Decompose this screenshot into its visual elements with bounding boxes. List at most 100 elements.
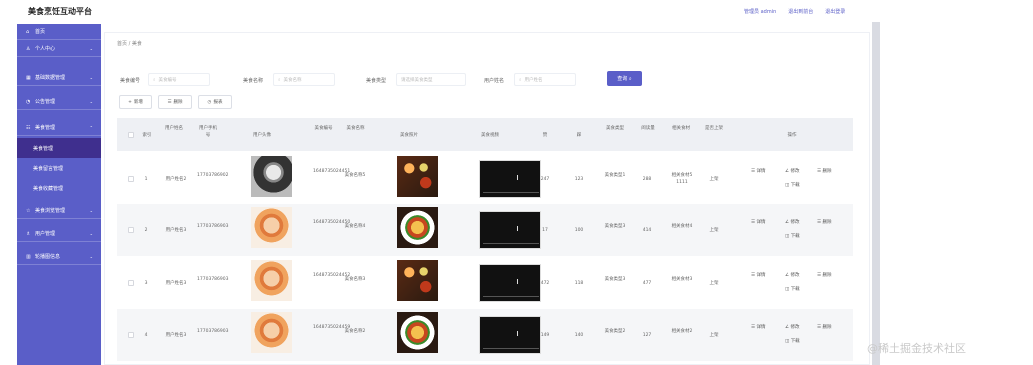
cell-type: 美食类型3 [604,224,626,229]
table-row[interactable]: 3 用户姓名3 17703786903 1648735024452 美食名称3 472 11… [117,257,853,309]
video-menu-icon[interactable] [517,226,518,231]
cell-dislikes: 140 [574,333,584,338]
detail-button[interactable]: ☰ 详情 [751,272,765,278]
food-code-input[interactable]: ⌕ 美食编号 [148,73,210,86]
cell-phone: 17703786903 [197,329,229,334]
add-button[interactable]: + 新增 [119,95,152,109]
col-user[interactable]: 用户姓名 [163,125,185,132]
col-phone[interactable]: 用户手机号 [197,125,219,139]
detail-button[interactable]: ☰ 详情 [751,219,765,225]
video-menu-icon[interactable] [517,175,518,180]
food-name-input[interactable]: ⌕ 美食名称 [273,73,335,86]
search-icon: ⌕ [153,77,156,83]
filter-label-user: 用户姓名 [484,78,505,84]
col-video[interactable]: 美食视频 [475,132,505,139]
submenu-food-favorites[interactable]: 美食收藏管理 [17,178,101,198]
col-ingredients[interactable]: 相关食材 [668,125,694,132]
filter-label-type: 美食类型 [366,78,387,84]
sidebar-item-food[interactable]: ☷ 美食管理 ⌃ [17,120,101,136]
col-views[interactable]: 阅读量 [637,125,659,132]
cell-views: 477 [642,281,652,286]
col-dislikes[interactable]: 踩 [572,132,586,139]
food-video-player[interactable] [479,211,541,249]
detail-button[interactable]: ☰ 详情 [751,168,765,174]
video-menu-icon[interactable] [517,279,518,284]
row-checkbox[interactable] [128,227,134,233]
sidebar-item-users[interactable]: ♗ 用户管理 ⌄ [17,226,101,242]
row-checkbox[interactable] [128,332,134,338]
row-delete-button-label: 删除 [822,273,832,278]
sidebar-item-label: 基础数据管理 [35,75,66,81]
sidebar-item-home[interactable]: ⌂ 首页 [17,24,101,40]
table-row[interactable]: 4 用户姓名3 17703786903 1648735024459 美食名称2 149 14… [117,309,853,361]
col-avatar[interactable]: 用户头像 [247,132,277,139]
cell-name: 美食名称2 [344,329,366,334]
row-delete-button[interactable]: ☰ 删除 [817,324,831,330]
cell-name: 美食名称5 [344,173,366,178]
col-photo[interactable]: 美食照片 [394,132,424,139]
download-button[interactable]: ◫ 下载 [785,286,800,292]
food-video-player[interactable] [479,316,541,354]
food-video-player[interactable] [479,264,541,302]
col-type[interactable]: 美食类型 [604,125,626,132]
food-type-select[interactable]: 请选择美食类型 [396,73,466,86]
cell-likes: 472 [540,281,550,286]
download-button[interactable]: ◫ 下载 [785,338,800,344]
row-delete-button-label: 删除 [822,169,832,174]
sidebar: ⌂ 首页 ♙ 个人中心 ⌄ ▦ 基础数据管理 ⌄ ◔ 公告管理 ⌄ ☷ 美食管理… [17,24,101,365]
sidebar-item-browse[interactable]: ☆ 美食浏览管理 ⌄ [17,203,101,219]
chevron-down-icon: ⌄ [89,46,93,51]
food-photo-image [397,260,438,301]
cell-type: 美食类型1 [604,173,626,178]
col-index[interactable]: 索引 [139,132,155,139]
report-button[interactable]: ◷ 报表 [198,95,232,109]
video-progress-bar[interactable] [483,243,539,244]
sidebar-item-personal[interactable]: ♙ 个人中心 ⌄ [17,41,101,57]
sidebar-item-notice[interactable]: ◔ 公告管理 ⌄ [17,94,101,110]
download-button[interactable]: ◫ 下载 [785,233,800,239]
col-name[interactable]: 美食名称 [343,125,368,132]
detail-button[interactable]: ☰ 详情 [751,324,765,330]
col-status[interactable]: 是否上架 [701,125,727,132]
admin-link[interactable]: 管理员 admin [744,8,776,15]
row-checkbox[interactable] [128,280,134,286]
edit-button[interactable]: ∠ 修改 [785,219,799,225]
delete-button[interactable]: ☰ 删除 [158,95,192,109]
logout-link[interactable]: 退出登录 [825,8,845,15]
food-video-player[interactable] [479,160,541,198]
row-delete-button[interactable]: ☰ 删除 [817,168,831,174]
download-button[interactable]: ◫ 下载 [785,182,800,188]
search-button[interactable]: 查询 ⌕ [607,71,642,86]
scrollbar-track[interactable] [872,22,880,365]
select-all-checkbox[interactable] [128,132,134,138]
edit-button[interactable]: ∠ 修改 [785,324,799,330]
cell-phone: 17703786902 [197,173,229,178]
user-avatar-image [251,312,292,353]
submenu-food-manage[interactable]: 美食管理 [17,138,101,158]
edit-button[interactable]: ∠ 修改 [785,168,799,174]
front-link[interactable]: 退出到前台 [788,8,813,15]
video-progress-bar[interactable] [483,192,539,193]
col-code[interactable]: 美食编号 [311,125,336,132]
filter-label-code: 美食编号 [120,78,141,84]
input-placeholder: 美食编号 [158,77,177,83]
row-delete-button[interactable]: ☰ 删除 [817,219,831,225]
user-name-input[interactable]: ⌕ 用户姓名 [514,73,576,86]
video-menu-icon[interactable] [517,331,518,336]
table-row[interactable]: 1 用户姓名2 17703786902 1648735024451 美食名称5 247 12… [117,153,853,205]
cell-user: 用户姓名3 [165,281,187,286]
row-delete-button[interactable]: ☰ 删除 [817,272,831,278]
row-checkbox[interactable] [128,176,134,182]
sidebar-item-carousel[interactable]: ▥ 轮播图信息 ⌄ [17,249,101,265]
search-icon: ⌕ [278,77,281,83]
submenu-food-comments[interactable]: 美食留言管理 [17,158,101,178]
add-button-label: 新增 [133,100,143,105]
video-progress-bar[interactable] [483,296,539,297]
edit-button-label: 修改 [790,169,800,174]
edit-button[interactable]: ∠ 修改 [785,272,799,278]
detail-button-label: 详情 [756,273,766,278]
video-progress-bar[interactable] [483,348,539,349]
table-row[interactable]: 2 用户姓名3 17703786903 1648735024450 美食名称4 17 100… [117,204,853,256]
sidebar-item-base-data[interactable]: ▦ 基础数据管理 ⌄ [17,70,101,86]
col-likes[interactable]: 赞 [538,132,552,139]
